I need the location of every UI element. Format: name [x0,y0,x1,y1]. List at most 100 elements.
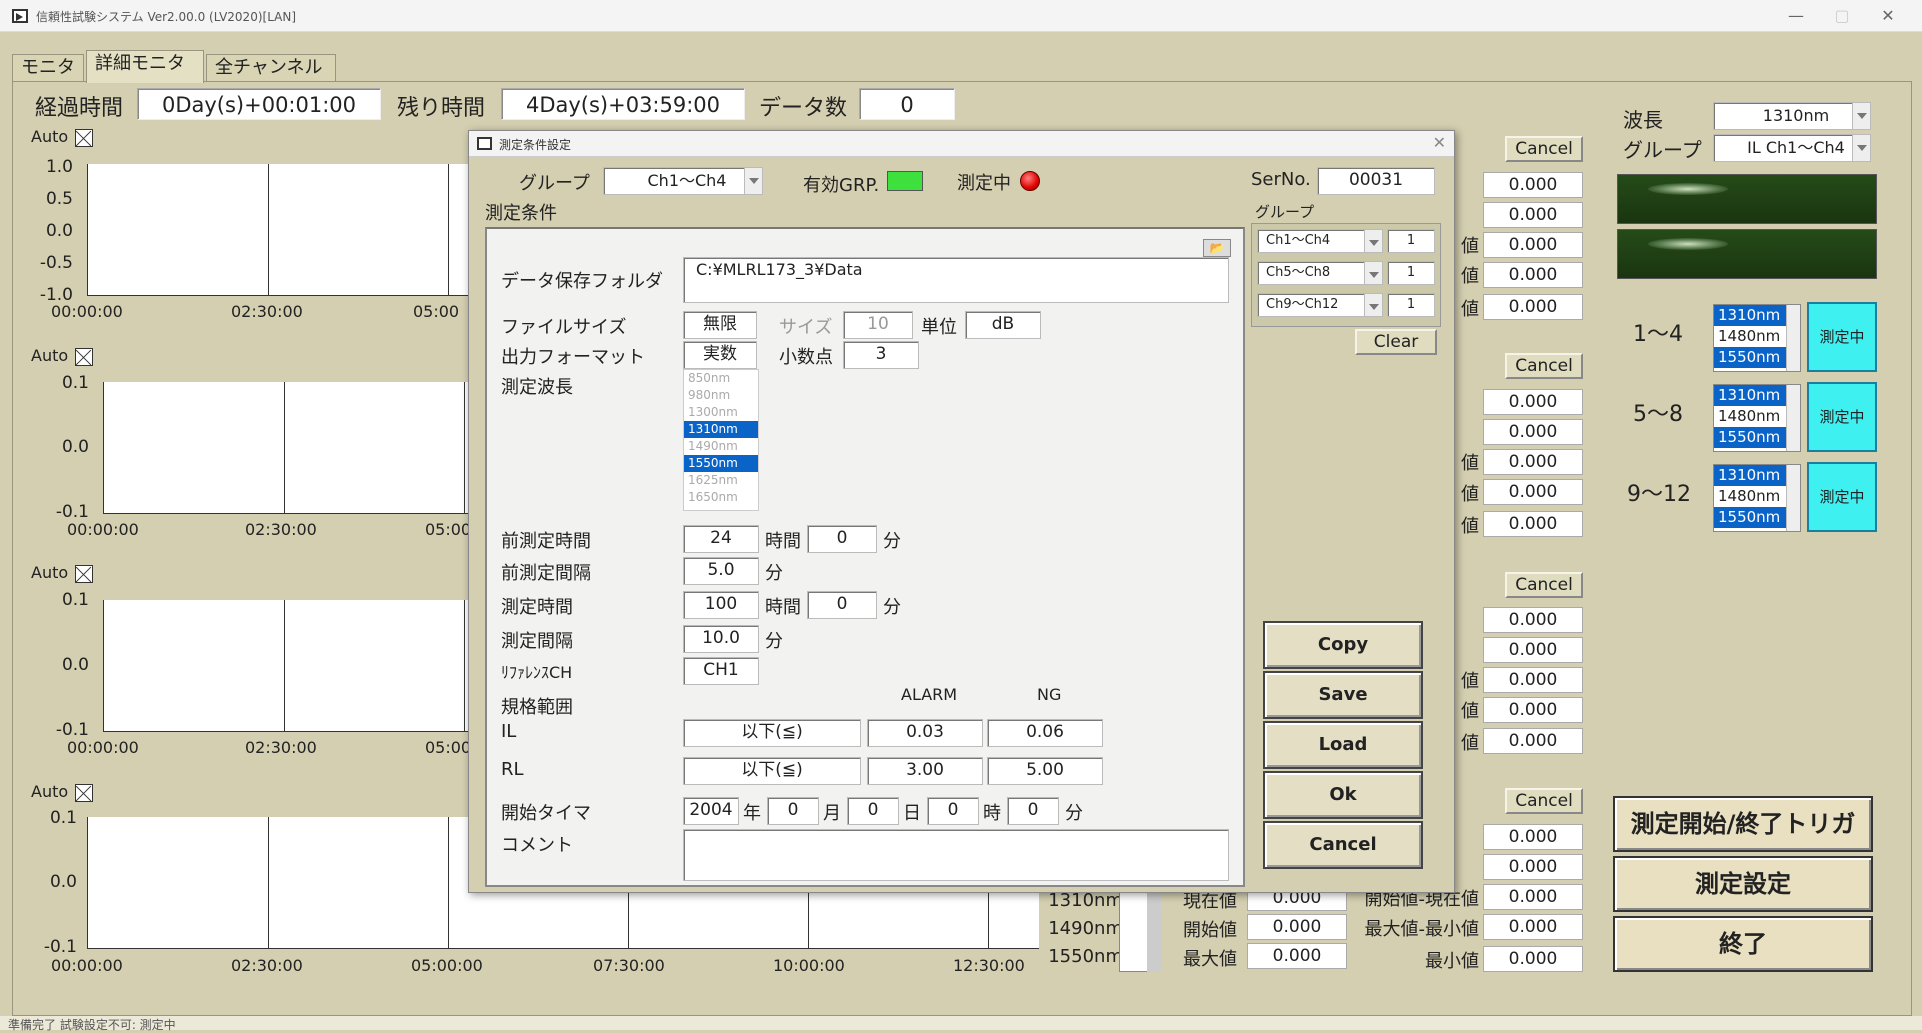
timer-hour[interactable]: 0 [927,797,979,825]
serno-field[interactable]: 00031 [1317,167,1435,195]
filesize-field[interactable]: 無限 [683,311,757,339]
close-icon[interactable]: ✕ [1433,133,1446,152]
list-scrollbar[interactable] [1786,385,1800,451]
list-item[interactable]: 1550nm [684,455,758,472]
maximize-button[interactable]: ▢ [1822,4,1862,28]
list-item[interactable]: 1310nm [684,421,758,438]
rl-ng[interactable]: 5.00 [987,757,1103,785]
minimize-button[interactable]: — [1776,4,1816,28]
group-label: グループ [1623,138,1702,162]
status-text: 準備完了 試験設定不可: 測定中 [8,1018,176,1032]
list-item[interactable]: 850nm [684,370,758,387]
copy-button[interactable]: Copy [1263,621,1423,669]
list-scrollbar[interactable] [1786,305,1800,371]
tab-detail-monitor[interactable]: 詳細モニタ [86,50,204,83]
cancel-button[interactable]: Cancel [1263,821,1423,869]
chart4-auto-label: Auto [31,782,69,801]
cancel-button[interactable]: Cancel [1505,788,1583,814]
group-wavelength-list[interactable]: 1310nm 1480nm 1550nm [1713,384,1801,452]
rl-condition[interactable]: 以下(≦) [683,757,861,785]
interval-field[interactable]: 10.0 [683,625,759,653]
folder-input[interactable]: C:¥MLRL173_3¥Data [683,257,1229,303]
chart1-auto-checkbox[interactable] [75,129,93,147]
list-item[interactable]: 980nm [684,387,758,404]
tab-monitor[interactable]: モニタ [12,54,84,82]
load-button[interactable]: Load [1263,721,1423,769]
tab-all-channels[interactable]: 全チャンネル [206,54,336,82]
group-row-num[interactable]: 1 [1387,261,1435,285]
wavelength-select[interactable]: 1310nm [1713,102,1871,130]
group-wavelength-list[interactable]: 1310nm 1480nm 1550nm [1713,464,1801,532]
value-field: 0.000 [1483,728,1583,754]
time-hours[interactable]: 100 [683,591,759,619]
pre-interval-field[interactable]: 5.0 [683,557,759,585]
measuring-button[interactable]: 測定中 [1807,462,1877,532]
value-field: 0.000 [1483,232,1583,258]
group-row-select[interactable]: Ch9～Ch12 [1257,293,1383,317]
exit-button[interactable]: 終了 [1613,916,1873,972]
folder-icon[interactable]: 📂 [1203,239,1231,257]
pre-time-hours[interactable]: 24 [683,525,759,553]
decimal-field[interactable]: 3 [843,341,919,369]
legend-scrollbar[interactable] [1147,890,1161,972]
group-row-num[interactable]: 1 [1387,229,1435,253]
chart3-auto-checkbox[interactable] [75,565,93,583]
list-item[interactable]: 1300nm [684,404,758,421]
timer-year[interactable]: 2004 [683,797,739,825]
dialog-group-select[interactable]: Ch1～Ch4 [603,167,763,195]
time-min[interactable]: 0 [807,591,877,619]
pre-time-min[interactable]: 0 [807,525,877,553]
il-condition[interactable]: 以下(≦) [683,719,861,747]
chevron-down-icon [744,168,762,194]
min-unit: 分 [765,631,783,652]
il-ng[interactable]: 0.06 [987,719,1103,747]
list-scrollbar[interactable] [1786,465,1800,531]
ok-button[interactable]: Ok [1263,771,1423,819]
rl-alarm[interactable]: 3.00 [867,757,983,785]
group-wavelength-list[interactable]: 1310nm 1480nm 1550nm [1713,304,1801,372]
group-select[interactable]: IL Ch1～Ch4 [1713,134,1871,162]
chart3-ytick: 0.1 [61,590,89,610]
cancel-button[interactable]: Cancel [1505,136,1583,162]
settings-button[interactable]: 測定設定 [1613,856,1873,912]
measuring-label: 測定中 [957,173,1011,194]
group-row-select[interactable]: Ch5～Ch8 [1257,261,1383,285]
cancel-button[interactable]: Cancel [1505,353,1583,379]
timer-day[interactable]: 0 [847,797,899,825]
comment-input[interactable] [683,829,1229,881]
chart1-plot [87,164,487,296]
clear-button[interactable]: Clear [1355,329,1437,355]
chart1-ytick: 1.0 [45,157,73,177]
size-field[interactable]: 10 [843,311,913,339]
measuring-button[interactable]: 測定中 [1807,382,1877,452]
value-field: 0.000 [1483,667,1583,693]
il-alarm[interactable]: 0.03 [867,719,983,747]
trigger-button[interactable]: 測定開始/終了トリガ [1613,796,1873,852]
wavelength-list[interactable]: 850nm 980nm 1300nm 1310nm 1490nm 1550nm … [683,369,759,511]
timer-month[interactable]: 0 [767,797,819,825]
chart2-auto-label: Auto [31,346,69,365]
group-row-select[interactable]: Ch1～Ch4 [1257,229,1383,253]
chart4-auto-checkbox[interactable] [75,784,93,802]
measuring-button[interactable]: 測定中 [1807,302,1877,372]
cancel-button[interactable]: Cancel [1505,572,1583,598]
timer-minute[interactable]: 0 [1007,797,1059,825]
dialog-title: 測定条件設定 [499,138,572,152]
list-item[interactable]: 1490nm [684,438,758,455]
month-unit: 月 [823,803,841,824]
save-button[interactable]: Save [1263,671,1423,719]
unit-field[interactable]: dB [965,311,1041,339]
chart2-auto-checkbox[interactable] [75,348,93,366]
valid-grp-label: 有効GRP. [803,175,880,196]
refch-field[interactable]: CH1 [683,657,759,685]
format-field[interactable]: 実数 [683,341,757,369]
list-item[interactable]: 1650nm [684,489,758,506]
close-button[interactable]: ✕ [1868,4,1908,28]
list-item[interactable]: 1625nm [684,472,758,489]
group-row-num[interactable]: 1 [1387,293,1435,317]
value-field: 0.000 [1483,637,1583,663]
value-label: 値 [1461,701,1479,722]
chart4-xtick: 12:30:00 [953,956,1025,975]
measuring-led [1020,171,1040,191]
status-bar: 準備完了 試験設定不可: 測定中 [0,1016,1922,1032]
